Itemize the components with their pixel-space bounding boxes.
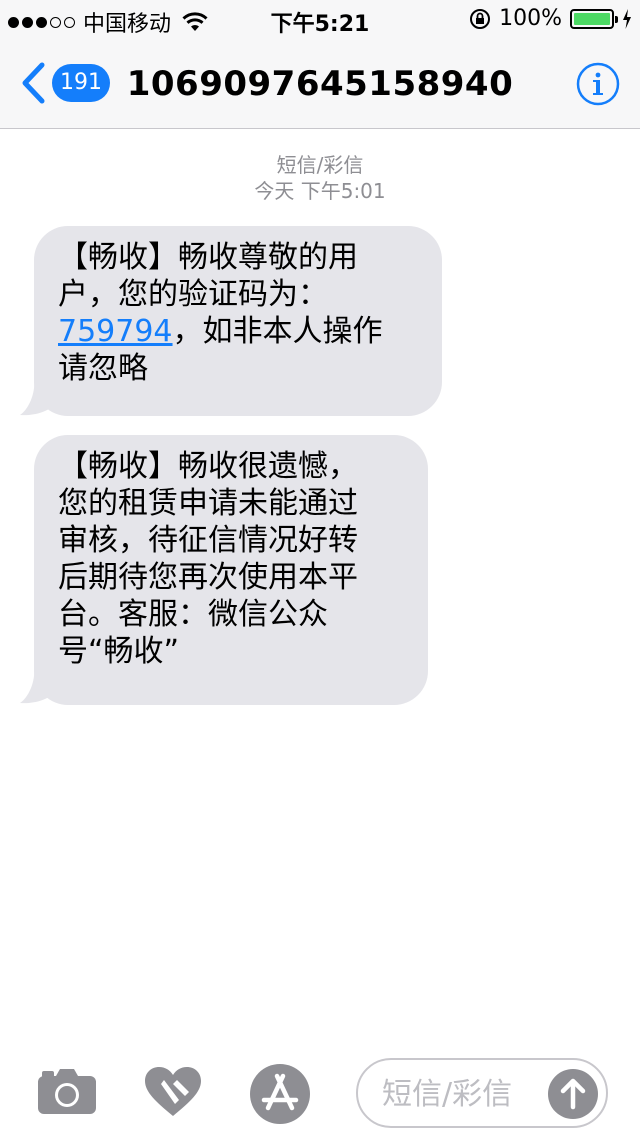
battery-fill [574,12,610,25]
message-line: 请忽略 [58,351,148,386]
message-line: 号“畅收” [58,634,180,669]
message-line: 759794，如非本人操作 [58,313,418,350]
message-line: 审核，待征信情况好转 [58,523,358,558]
message-timestamp: 今天 下午5:01 [254,179,386,203]
message-line: 户，您的验证码为： [58,277,328,312]
conversation-title: 1069097645158940 [126,64,514,104]
charging-icon [623,8,631,29]
battery-percent: 100% [499,6,562,31]
message-input-container [356,1058,608,1128]
arrow-up-icon [560,1078,586,1110]
message-text: ，如非本人操作 [172,314,383,349]
app-store-button[interactable] [250,1064,310,1128]
message-line: 【畅收】畅收尊敬的用 [58,240,358,275]
status-right: 100% [469,6,632,31]
message-line: 您的租赁申请未能通过 [58,486,358,521]
camera-button[interactable] [38,1068,96,1118]
service-label: 短信/彩信 [276,153,364,177]
message-line: 【畅收】畅收很遗憾， [58,449,358,484]
rotation-lock-icon [470,8,491,29]
app-store-icon [250,1064,310,1124]
digital-touch-button[interactable] [144,1066,202,1122]
input-bar [0,1040,640,1136]
thread-header: 短信/彩信 今天 下午5:01 [0,152,640,204]
message-input[interactable] [380,1070,544,1118]
message-line: 后期待您再次使用本平 [58,560,358,595]
message-bubble[interactable]: 【畅收】畅收尊敬的用 户，您的验证码为： 759794，如非本人操作 请忽略 [34,226,442,416]
message-bubble[interactable]: 【畅收】畅收很遗憾， 您的租赁申请未能通过 审核，待征信情况好转 后期待您再次使… [34,435,428,705]
info-button[interactable] [576,62,620,110]
navigation-bar: 191 1069097645158940 [0,40,640,129]
heart-touch-icon [145,1067,201,1116]
send-button[interactable] [548,1069,598,1119]
camera-icon [38,1069,96,1114]
info-icon [576,62,620,106]
verification-code-link[interactable]: 759794 [58,314,173,349]
status-bar: 中国移动 下午5:21 100% [0,0,640,40]
message-line: 台。客服：微信公众 [58,597,328,632]
battery-icon [570,8,618,29]
